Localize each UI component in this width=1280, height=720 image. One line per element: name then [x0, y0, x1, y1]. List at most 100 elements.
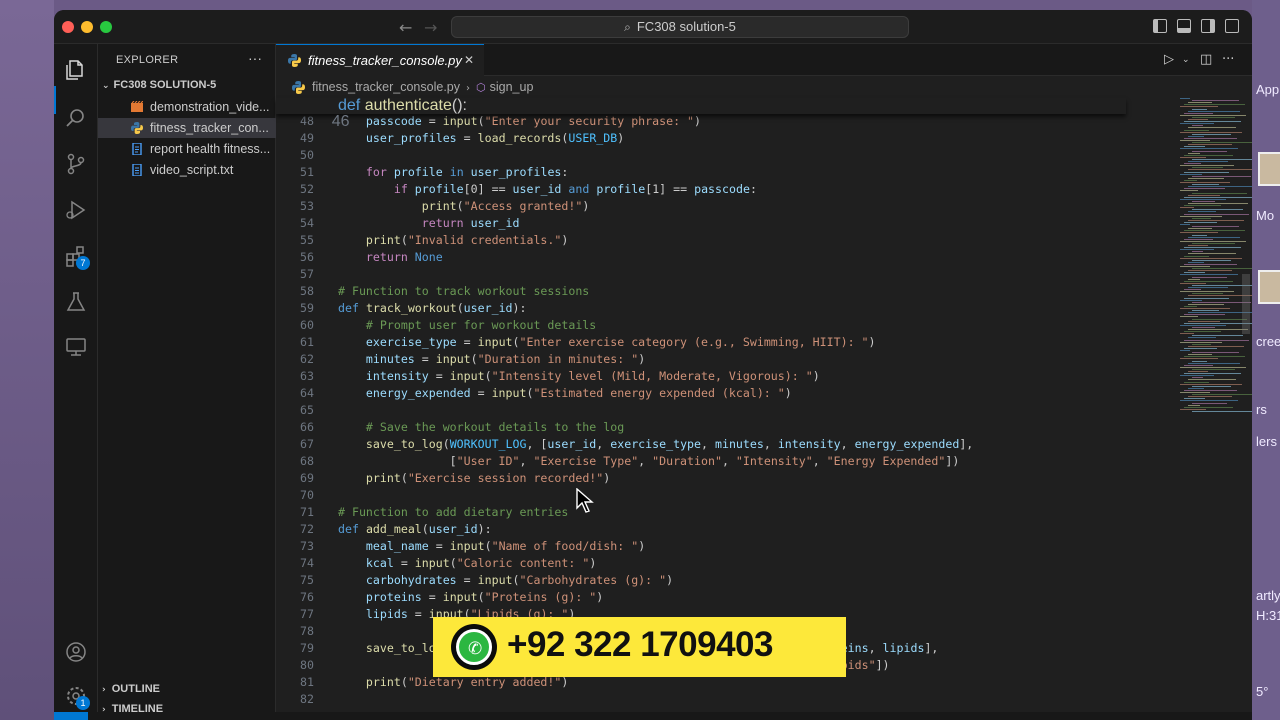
code-line[interactable]: 52 if profile[0] == user_id and profile[…	[276, 181, 1126, 198]
file-item-report[interactable]: report health fitness...	[98, 139, 276, 159]
code-line[interactable]: 53 print("Access granted!")	[276, 198, 1126, 215]
desktop-thumbnail[interactable]	[1258, 270, 1280, 304]
file-item-fitness-tracker[interactable]: fitness_tracker_con...	[98, 118, 276, 138]
desktop-label: artly	[1256, 588, 1280, 603]
more-actions-icon[interactable]: ···	[1222, 52, 1234, 67]
toggle-sidebar-icon[interactable]	[1153, 19, 1167, 33]
account-icon[interactable]	[64, 640, 88, 664]
explorer-more-actions[interactable]: ···	[248, 50, 262, 66]
minimap-line	[1180, 182, 1230, 183]
remote-indicator[interactable]	[54, 712, 88, 720]
minimap-line	[1192, 259, 1231, 261]
minimap-line	[1184, 263, 1237, 265]
toggle-secondary-sidebar-icon[interactable]	[1201, 19, 1215, 33]
outline-section[interactable]: › OUTLINE	[102, 683, 160, 695]
code-line[interactable]: 73 meal_name = input("Name of food/dish:…	[276, 538, 1126, 555]
code-line[interactable]: 67 save_to_log(WORKOUT_LOG, [user_id, ex…	[276, 436, 1126, 453]
minimap-line	[1188, 119, 1208, 120]
breadcrumb-file[interactable]: fitness_tracker_console.py	[312, 80, 460, 94]
line-number: 67	[300, 437, 314, 451]
code-line[interactable]: 49 user_profiles = load_records(USER_DB)	[276, 130, 1126, 147]
code-line[interactable]: 59 def track_workout(user_id):	[276, 300, 1126, 317]
search-icon[interactable]	[64, 106, 88, 130]
code-line[interactable]: 74 kcal = input("Caloric content: ")	[276, 555, 1126, 572]
minimize-window-button[interactable]	[81, 21, 93, 33]
line-number: 55	[300, 233, 314, 247]
minimap-line	[1180, 207, 1194, 209]
minimap-line	[1180, 282, 1206, 284]
code-line[interactable]: 62 minutes = input("Duration in minutes:…	[276, 351, 1126, 368]
minimap-line	[1184, 154, 1233, 156]
close-icon[interactable]: ✕	[464, 45, 474, 76]
code-line[interactable]: 60 # Prompt user for workout details	[276, 317, 1126, 334]
code-line[interactable]: 57	[276, 266, 1126, 283]
code-line[interactable]: 50	[276, 147, 1126, 164]
code-line[interactable]: 48 passcode = input("Enter your security…	[276, 113, 1126, 130]
workspace-folder[interactable]: ⌄ FC308 SOLUTION-5	[102, 79, 216, 91]
minimap[interactable]	[1180, 98, 1252, 418]
code-line[interactable]: 54 return user_id	[276, 215, 1126, 232]
sticky-scroll-header[interactable]: 46 def authenticate():	[276, 98, 1126, 130]
minimap-line	[1188, 345, 1244, 347]
code-line[interactable]: 69 print("Exercise session recorded!")	[276, 470, 1126, 487]
minimap-line	[1188, 194, 1220, 196]
customize-layout-icon[interactable]	[1225, 19, 1239, 33]
maximize-window-button[interactable]	[100, 21, 112, 33]
desktop-label: lers	[1256, 434, 1277, 449]
back-arrow-icon[interactable]: ←	[399, 18, 412, 37]
minimap-line	[1184, 364, 1213, 366]
code-line[interactable]: 58 # Function to track workout sessions	[276, 283, 1126, 300]
breadcrumb-symbol[interactable]: sign_up	[490, 80, 534, 94]
minimap-line	[1184, 356, 1245, 358]
file-item-demonstration-video[interactable]: demonstration_vide...	[98, 97, 276, 117]
file-item-video-script[interactable]: video_script.txt	[98, 160, 276, 180]
explorer-header: EXPLORER	[116, 54, 179, 66]
code-line[interactable]: 71 # Function to add dietary entries	[276, 504, 1126, 521]
forward-arrow-icon[interactable]: →	[424, 18, 437, 37]
minimap-line	[1188, 186, 1252, 188]
code-line[interactable]: 56 return None	[276, 249, 1126, 266]
split-editor-icon[interactable]: ◫	[1200, 52, 1212, 67]
whatsapp-icon: ✆	[451, 624, 497, 670]
toggle-panel-icon[interactable]	[1177, 19, 1191, 33]
vertical-scrollbar[interactable]	[1242, 274, 1250, 334]
chevron-down-icon[interactable]: ⌄	[1182, 55, 1190, 65]
explorer-icon[interactable]	[64, 58, 88, 82]
code-text: def track_workout(user_id):	[338, 301, 527, 315]
code-line[interactable]: 51 for profile in user_profiles:	[276, 164, 1126, 181]
code-line[interactable]: 75 carbohydrates = input("Carbohydrates …	[276, 572, 1126, 589]
minimap-line	[1192, 343, 1211, 345]
minimap-line	[1180, 198, 1226, 200]
minimap-line	[1180, 316, 1198, 318]
code-line[interactable]: 82	[276, 691, 1126, 708]
line-number: 61	[300, 335, 314, 349]
code-line[interactable]: 70	[276, 487, 1126, 504]
run-python-icon[interactable]: ▷	[1164, 52, 1174, 67]
source-control-icon[interactable]	[64, 152, 88, 176]
code-line[interactable]: 76 proteins = input("Proteins (g): ")	[276, 589, 1126, 606]
code-line[interactable]: 61 exercise_type = input("Enter exercise…	[276, 334, 1126, 351]
code-line[interactable]: 65	[276, 402, 1126, 419]
code-line[interactable]: 63 intensity = input("Intensity level (M…	[276, 368, 1126, 385]
code-line[interactable]: 64 energy_expended = input("Estimated en…	[276, 385, 1126, 402]
minimap-line	[1192, 158, 1252, 160]
desktop-thumbnail[interactable]	[1258, 152, 1280, 186]
close-window-button[interactable]	[62, 21, 74, 33]
line-number: 78	[300, 624, 314, 638]
code-text: # Function to add dietary entries	[338, 505, 569, 519]
minimap-line	[1192, 133, 1231, 135]
code-line[interactable]: 55 print("Invalid credentials.")	[276, 232, 1126, 249]
remote-explorer-icon[interactable]	[64, 334, 88, 358]
minimap-line	[1180, 98, 1190, 99]
testing-flask-icon[interactable]	[64, 290, 88, 314]
code-line[interactable]: 72 def add_meal(user_id):	[276, 521, 1126, 538]
code-line[interactable]: 68 ["User ID", "Exercise Type", "Duratio…	[276, 453, 1126, 470]
minimap-line	[1188, 337, 1216, 339]
command-center[interactable]: ⌕ FC308 solution-5	[451, 16, 909, 38]
code-line[interactable]: 66 # Save the workout details to the log	[276, 419, 1126, 436]
title-bar: ← → ⌕ FC308 solution-5	[54, 10, 1252, 44]
tab-fitness-tracker-console[interactable]: fitness_tracker_console.py ✕	[276, 44, 484, 76]
run-debug-icon[interactable]	[64, 198, 88, 222]
minimap-line	[1192, 175, 1251, 177]
minimap-line	[1188, 245, 1208, 246]
